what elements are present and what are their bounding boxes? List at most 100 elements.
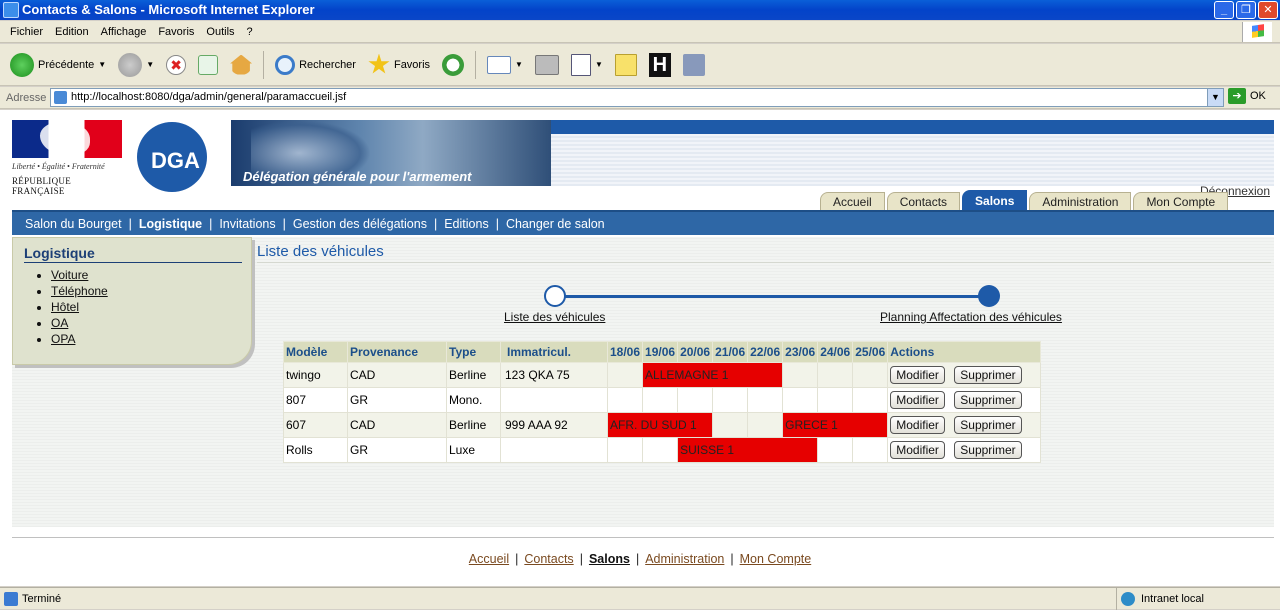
footer-link-accueil[interactable]: Accueil [469,552,509,566]
forward-button[interactable]: ▼ [114,49,158,81]
sidebar-item-hotel: Hôtel [51,299,108,315]
home-button[interactable] [226,49,256,81]
mail-button[interactable]: ▼ [483,49,527,81]
subnav-changer-de-salon[interactable]: Changer de salon [506,217,605,231]
tab-mon-compte[interactable]: Mon Compte [1133,192,1229,212]
chevron-down-icon[interactable]: ▼ [1207,89,1223,106]
step-2-link[interactable]: Planning Affectation des véhicules [880,310,1062,324]
stop-button[interactable] [162,49,190,81]
maximize-button[interactable]: ❐ [1236,1,1256,19]
menu-edition[interactable]: Edition [49,26,95,38]
footer-divider [12,537,1274,538]
cell-provenance: GR [347,437,447,463]
page-icon [4,592,18,606]
toolbar-separator [263,50,265,79]
search-button[interactable]: Rechercher [271,49,360,81]
subnav-salon-du-bourget[interactable]: Salon du Bourget [25,217,122,231]
cell-day [606,387,644,413]
ie-icon [3,2,19,18]
step-1-marker[interactable] [544,285,566,307]
cell-day [642,437,679,463]
delete-button[interactable]: Supprimer [954,416,1022,434]
sidebar-link-voiture[interactable]: Voiture [51,268,88,282]
menu-outils[interactable]: Outils [200,26,240,38]
web-page: Liberté • Égalité • Fraternité RÉPUBLIQU… [0,110,1280,586]
search-label: Rechercher [299,58,356,71]
assignment-bar[interactable]: GRECE 1 [782,412,889,438]
delete-button[interactable]: Supprimer [954,366,1022,384]
subnav-gestion-delegations[interactable]: Gestion des délégations [293,217,427,231]
media-button[interactable] [679,49,709,81]
history-button[interactable] [438,49,468,81]
favorites-button[interactable]: Favoris [364,49,434,81]
close-button[interactable]: ✕ [1258,1,1278,19]
footer-link-administration[interactable]: Administration [645,552,724,566]
subnav-editions[interactable]: Editions [444,217,488,231]
note-button[interactable] [611,49,641,81]
refresh-icon [198,54,219,75]
assignment-bar[interactable]: SUISSE 1 [677,437,819,463]
cell-day [782,387,819,413]
go-label: OK [1250,90,1266,102]
go-button[interactable]: ➔ OK [1228,88,1266,104]
assignment-bar[interactable]: AFR. DU SUD 1 [606,412,714,438]
tab-accueil[interactable]: Accueil [820,192,885,212]
chevron-down-icon[interactable]: ▼ [98,60,106,69]
menu-help[interactable]: ? [241,26,259,38]
cell-actions: Modifier Supprimer [887,412,1042,438]
sidebar-link-hotel[interactable]: Hôtel [51,300,79,314]
address-input[interactable]: http://localhost:8080/dga/admin/general/… [50,88,1224,107]
menu-affichage[interactable]: Affichage [95,26,153,38]
print-button[interactable] [531,49,563,81]
sidebar-link-telephone[interactable]: Téléphone [51,284,108,298]
back-arrow-icon [10,52,34,77]
table-header-row: Modèle Provenance Type Immatricul. 18/06… [283,341,1042,363]
minimize-button[interactable]: _ [1214,1,1234,19]
cell-immat [500,387,608,413]
sidebar-item-telephone: Téléphone [51,283,108,299]
footer-link-contacts[interactable]: Contacts [524,552,573,566]
history-icon [442,53,465,76]
back-button[interactable]: Précédente ▼ [6,49,110,81]
subnav-invitations[interactable]: Invitations [219,217,275,231]
cell-day [852,387,889,413]
assignment-bar[interactable]: ALLEMAGNE 1 [642,362,784,388]
modify-button[interactable]: Modifier [890,441,945,459]
dga-logo-text: DGA [151,148,200,173]
cell-provenance: CAD [347,412,447,438]
edit-button[interactable]: ▼ [567,49,607,81]
banner-stripes [551,134,1274,186]
address-bar: Adresse http://localhost:8080/dga/admin/… [0,87,1280,109]
media-icon [682,53,705,76]
tab-administration[interactable]: Administration [1029,192,1132,212]
step-1-link[interactable]: Liste des véhicules [504,310,605,324]
address-label: Adresse [6,91,47,104]
modify-button[interactable]: Modifier [890,366,945,384]
sidebar-link-opa[interactable]: OPA [51,332,75,346]
modify-button[interactable]: Modifier [890,416,945,434]
refresh-button[interactable] [194,49,222,81]
chevron-down-icon[interactable]: ▼ [146,60,154,69]
tab-salons[interactable]: Salons [962,190,1028,212]
subnav-logistique[interactable]: Logistique [139,217,202,231]
menu-favoris[interactable]: Favoris [152,26,200,38]
delete-button[interactable]: Supprimer [954,441,1022,459]
chevron-down-icon[interactable]: ▼ [515,60,523,69]
step-2-marker[interactable] [978,285,1000,307]
modify-button[interactable]: Modifier [890,391,945,409]
col-immatricul: Immatricul. [500,341,608,363]
h-button[interactable]: H [645,49,675,81]
address-url: http://localhost:8080/dga/admin/general/… [71,91,347,103]
sidebar-link-oa[interactable]: OA [51,316,68,330]
delete-button[interactable]: Supprimer [954,391,1022,409]
footer-nav: Accueil | Contacts | Salons | Administration | M… [0,552,1280,566]
col-23-06: 23/06 [782,341,819,363]
menu-fichier[interactable]: Fichier [4,26,49,38]
cell-day [642,387,679,413]
motto-text: Liberté • Égalité • Fraternité [12,162,105,171]
chevron-down-icon[interactable]: ▼ [595,60,603,69]
cell-provenance: GR [347,387,447,413]
footer-link-mon-compte[interactable]: Mon Compte [740,552,812,566]
footer-link-salons[interactable]: Salons [589,552,630,566]
tab-contacts[interactable]: Contacts [886,192,961,212]
